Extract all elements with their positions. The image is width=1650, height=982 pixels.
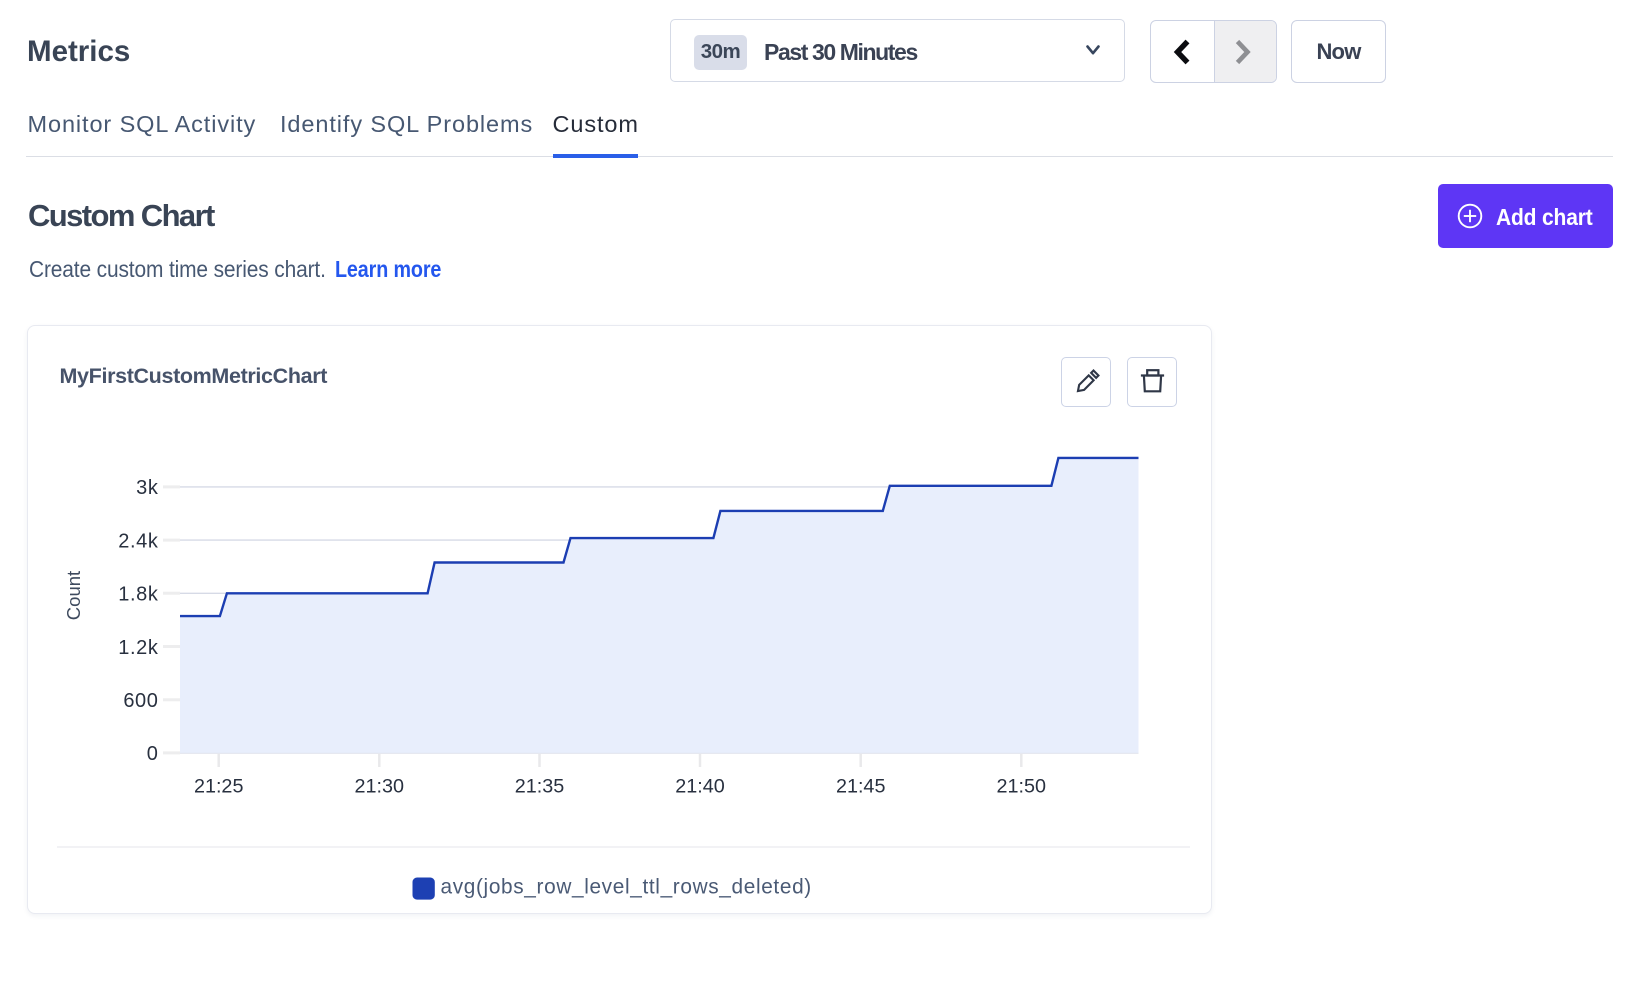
svg-text:Count: Count <box>63 570 84 619</box>
svg-text:21:50: 21:50 <box>997 775 1047 797</box>
svg-text:avg(jobs_row_level_ttl_rows_de: avg(jobs_row_level_ttl_rows_deleted) <box>441 875 812 898</box>
svg-text:600: 600 <box>123 690 158 712</box>
svg-text:21:40: 21:40 <box>675 775 725 797</box>
svg-text:0: 0 <box>147 743 159 765</box>
svg-text:21:45: 21:45 <box>836 775 886 797</box>
svg-text:21:25: 21:25 <box>194 775 244 797</box>
svg-text:21:35: 21:35 <box>515 775 565 797</box>
svg-text:2.4k: 2.4k <box>118 530 159 552</box>
svg-text:21:30: 21:30 <box>355 775 405 797</box>
svg-text:1.2k: 1.2k <box>118 636 159 658</box>
svg-text:3k: 3k <box>136 477 159 499</box>
svg-text:1.8k: 1.8k <box>118 583 159 605</box>
